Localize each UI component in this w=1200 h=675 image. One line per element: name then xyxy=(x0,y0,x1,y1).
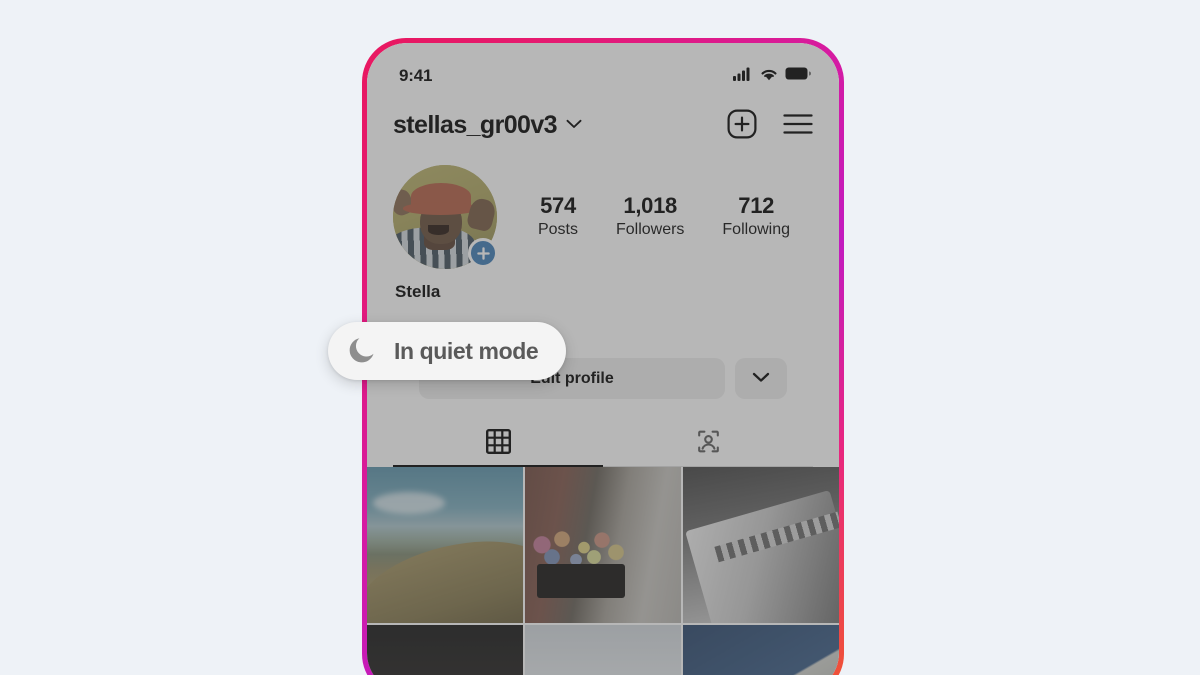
grid-photo-flowers[interactable] xyxy=(525,467,681,623)
plus-circle-icon[interactable] xyxy=(468,238,498,268)
new-post-button[interactable] xyxy=(727,109,757,142)
stat-followers-value: 1,018 xyxy=(616,193,684,218)
quiet-mode-toast[interactable]: In quiet mode xyxy=(328,322,566,380)
photo-grid xyxy=(367,467,839,675)
display-name: Stella xyxy=(395,282,813,302)
tab-tagged[interactable] xyxy=(603,419,813,466)
crescent-moon-icon xyxy=(346,332,380,371)
tagged-person-icon xyxy=(695,428,722,458)
profile-info-section: 574 Posts 1,018 Followers 712 Following xyxy=(367,155,839,675)
battery-icon xyxy=(785,67,811,85)
stat-following-label: Following xyxy=(722,220,790,241)
grid-icon xyxy=(486,429,511,457)
tab-grid[interactable] xyxy=(393,419,603,466)
menu-button[interactable] xyxy=(783,113,813,138)
status-bar-icons xyxy=(733,67,811,86)
status-bar: 9:41 xyxy=(367,43,839,95)
status-time: 9:41 xyxy=(399,66,432,86)
grid-photo-hillside[interactable] xyxy=(367,467,523,623)
grid-photo-blue[interactable] xyxy=(683,625,839,675)
screenshot-stage: 9:41 xyxy=(0,0,1200,675)
profile-tab-bar xyxy=(393,419,813,467)
more-options-button[interactable] xyxy=(735,358,787,399)
header-actions xyxy=(727,109,813,142)
account-switcher[interactable]: stellas_gr00v3 xyxy=(393,111,727,140)
grid-photo-pale[interactable] xyxy=(525,625,681,675)
grid-photo-building[interactable] xyxy=(683,467,839,623)
stat-posts-value: 574 xyxy=(538,193,578,218)
profile-header: stellas_gr00v3 xyxy=(367,95,839,155)
stat-followers-label: Followers xyxy=(616,220,684,241)
plus-square-icon xyxy=(727,109,757,142)
avatar-wrapper[interactable] xyxy=(393,165,497,269)
cellular-signal-icon xyxy=(733,67,753,86)
username-label: stellas_gr00v3 xyxy=(393,111,557,140)
profile-stats: 574 Posts 1,018 Followers 712 Following xyxy=(497,193,813,241)
stat-following-value: 712 xyxy=(722,193,790,218)
wifi-icon xyxy=(760,67,778,86)
profile-info-row: 574 Posts 1,018 Followers 712 Following xyxy=(393,165,813,269)
stat-posts[interactable]: 574 Posts xyxy=(538,193,578,241)
quiet-mode-label: In quiet mode xyxy=(394,338,538,365)
stat-following[interactable]: 712 Following xyxy=(722,193,790,241)
chevron-down-icon xyxy=(566,116,582,134)
stat-posts-label: Posts xyxy=(538,220,578,241)
stat-followers[interactable]: 1,018 Followers xyxy=(616,193,684,241)
grid-photo-dark[interactable] xyxy=(367,625,523,675)
hamburger-menu-icon xyxy=(783,113,813,138)
chevron-down-icon xyxy=(752,371,770,386)
